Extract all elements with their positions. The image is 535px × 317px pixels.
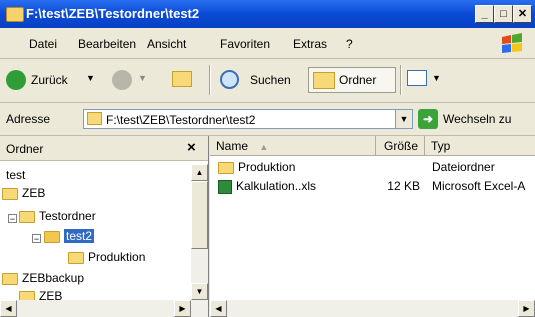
up-button[interactable] — [172, 67, 194, 93]
folder-icon — [19, 210, 35, 223]
folder-icon — [2, 187, 18, 200]
excel-file-icon — [218, 179, 232, 194]
sort-ascending-icon: ▲ — [259, 142, 269, 152]
menu-ansicht[interactable]: Ansicht — [147, 37, 186, 51]
file-name: Kalkulation..xls — [236, 179, 317, 193]
chevron-down-icon: ▼ — [138, 73, 147, 83]
address-value: F:\test\ZEB\Testordner\test2 — [106, 113, 256, 127]
tree-item-testordner[interactable]: Testordner — [19, 209, 96, 227]
scroll-left-button[interactable]: ◀ — [210, 300, 227, 317]
toolbar-separator — [400, 65, 402, 95]
close-folder-pane-button[interactable]: × — [187, 139, 196, 156]
scroll-down-button[interactable]: ▼ — [191, 283, 208, 300]
open-folder-icon — [44, 230, 60, 243]
file-row[interactable]: Kalkulation..xls 12 KB Microsoft Excel-A — [210, 177, 535, 195]
address-dropdown-button[interactable]: ▼ — [395, 110, 412, 128]
scroll-right-button[interactable]: ▶ — [518, 300, 535, 317]
search-button[interactable]: Suchen — [220, 67, 306, 93]
back-label: Zurück — [31, 73, 68, 87]
scroll-left-button[interactable]: ◀ — [0, 300, 17, 317]
window-title: F:\test\ZEB\Testordner\test2 — [26, 6, 200, 21]
view-button[interactable]: ▼ — [407, 67, 445, 93]
file-row[interactable]: Produktion Dateiordner — [210, 158, 535, 176]
tree-item-zeb-backup[interactable]: ZEB — [19, 289, 62, 300]
folder-up-icon — [172, 71, 192, 87]
file-list-horizontal-scrollbar[interactable]: ◀ ▶ — [210, 300, 535, 317]
chevron-down-icon: ▼ — [432, 73, 441, 83]
address-input[interactable]: F:\test\ZEB\Testordner\test2 ▼ — [83, 109, 413, 129]
folder-icon — [218, 161, 234, 174]
maximize-button[interactable]: □ — [494, 5, 513, 23]
folder-pane-vertical-scrollbar[interactable]: ▲ ▼ — [191, 164, 208, 300]
folders-button[interactable]: Ordner — [308, 67, 396, 93]
tree-item-label: test — [6, 168, 26, 182]
menu-help[interactable]: ? — [346, 37, 353, 51]
file-list-pane: Name ▲ Größe Typ Produktion Dateiordner … — [210, 136, 535, 317]
folder-icon — [6, 7, 24, 22]
title-bar: F:\test\ZEB\Testordner\test2 _ □ ✕ — [0, 0, 535, 28]
column-type-label: Typ — [431, 139, 451, 153]
back-arrow-icon — [6, 70, 26, 90]
menu-bearbeiten[interactable]: Bearbeiten — [78, 37, 136, 51]
folder-pane-header: Ordner × — [0, 136, 208, 161]
scroll-up-button[interactable]: ▲ — [191, 164, 208, 181]
toolbar: Zurück ▼ ▼ Suchen Ordner ▼ — [0, 59, 535, 103]
scroll-thumb[interactable] — [191, 181, 208, 249]
column-name-label: Name — [216, 139, 249, 153]
file-name: Produktion — [238, 160, 296, 174]
file-type: Microsoft Excel-A — [432, 179, 526, 193]
folder-pane: Ordner × test ZEB − Testordner − test2 P… — [0, 136, 209, 317]
folder-icon — [87, 112, 102, 125]
view-grid-icon — [407, 70, 427, 86]
tree-item-test2[interactable]: test2 — [44, 229, 95, 247]
tree-item-label: test2 — [64, 229, 95, 243]
column-header-size[interactable]: Größe — [376, 136, 425, 156]
folder-pane-title: Ordner — [6, 142, 44, 156]
menu-extras[interactable]: Extras — [293, 37, 327, 51]
collapse-icon[interactable]: − — [8, 214, 17, 224]
folder-icon — [19, 290, 35, 300]
tree-item-zeb[interactable]: ZEB — [2, 186, 45, 204]
tree-item-produktion[interactable]: Produktion — [68, 250, 145, 268]
search-label: Suchen — [250, 73, 291, 87]
minimize-button[interactable]: _ — [475, 5, 494, 23]
tree-item-label: ZEB — [39, 289, 63, 300]
forward-arrow-icon — [112, 70, 132, 90]
tree-item-test[interactable]: test — [6, 168, 25, 186]
folders-icon — [313, 72, 335, 89]
address-bar: Adresse F:\test\ZEB\Testordner\test2 ▼ ➜… — [0, 103, 535, 136]
search-icon — [220, 70, 239, 89]
toolbar-separator — [209, 65, 211, 95]
tree-item-zebbackup[interactable]: ZEBbackup — [2, 271, 84, 289]
tree-item-label: ZEBbackup — [22, 271, 85, 285]
menu-datei[interactable]: Datei — [29, 37, 57, 51]
column-size-label: Größe — [383, 139, 418, 153]
folder-pane-horizontal-scrollbar[interactable]: ◀ ▶ — [0, 300, 208, 317]
forward-button[interactable]: ▼ — [112, 67, 152, 93]
folder-icon — [2, 272, 18, 285]
back-button[interactable]: Zurück ▼ — [6, 67, 102, 93]
column-header-type[interactable]: Typ — [425, 136, 535, 156]
folder-icon — [68, 251, 84, 264]
menu-bar: Datei Bearbeiten Ansicht Favoriten Extra… — [0, 28, 535, 59]
tree-item-label: Testordner — [39, 209, 96, 223]
close-button[interactable]: ✕ — [513, 5, 532, 23]
column-header-name[interactable]: Name ▲ — [210, 136, 376, 156]
menu-favoriten[interactable]: Favoriten — [220, 37, 270, 51]
go-label: Wechseln zu — [443, 112, 512, 126]
address-label: Adresse — [6, 112, 51, 126]
file-type: Dateiordner — [432, 160, 495, 174]
collapse-icon[interactable]: − — [32, 234, 41, 244]
tree-item-label: ZEB — [22, 186, 46, 200]
windows-logo-icon — [502, 33, 522, 53]
tree-item-label: Produktion — [88, 250, 146, 264]
chevron-down-icon: ▼ — [86, 73, 95, 83]
go-arrow-icon: ➜ — [418, 109, 438, 129]
scroll-right-button[interactable]: ▶ — [174, 300, 191, 317]
file-size: 12 KB — [387, 179, 420, 193]
folders-label: Ordner — [339, 73, 377, 87]
